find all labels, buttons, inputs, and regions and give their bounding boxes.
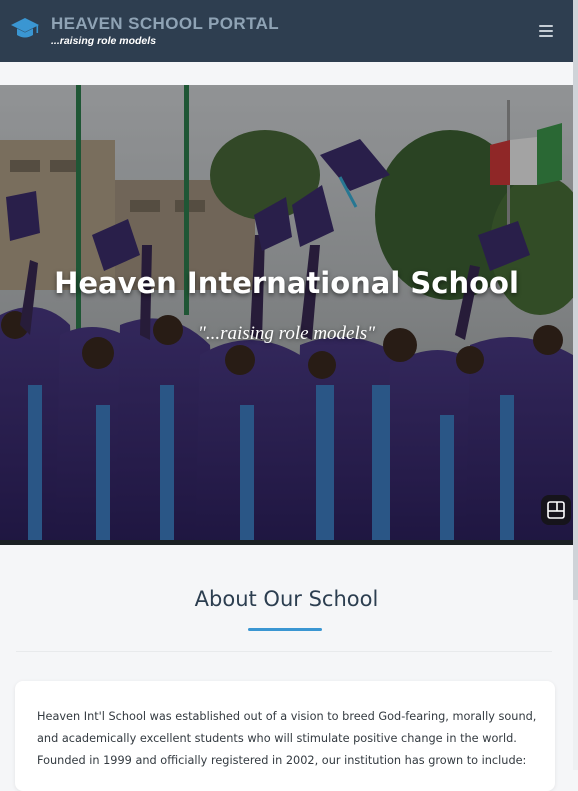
graduation-cap-icon[interactable] bbox=[10, 14, 40, 44]
title-underline bbox=[248, 628, 322, 631]
top-navbar: HEAVEN SCHOOL PORTAL ...raising role mod… bbox=[0, 0, 573, 62]
hero-bottom-edge bbox=[0, 540, 573, 545]
section-divider bbox=[16, 651, 552, 652]
about-paragraph: Heaven Int'l School was established out … bbox=[37, 710, 537, 767]
hamburger-menu-icon[interactable] bbox=[533, 22, 559, 40]
brand-title[interactable]: HEAVEN SCHOOL PORTAL bbox=[51, 14, 279, 34]
hero-graduates-image bbox=[0, 85, 573, 545]
hero-subtitle: "...raising role models" bbox=[197, 323, 376, 344]
scrollbar-thumb[interactable] bbox=[573, 0, 578, 600]
gallery-view-icon[interactable] bbox=[541, 495, 571, 525]
hero-banner: Heaven International School "...raising … bbox=[0, 85, 573, 545]
page-scrollbar[interactable] bbox=[573, 0, 578, 770]
hero-title: Heaven International School bbox=[54, 266, 519, 300]
about-section-title: About Our School bbox=[194, 587, 379, 611]
brand-tagline: ...raising role models bbox=[51, 35, 157, 47]
